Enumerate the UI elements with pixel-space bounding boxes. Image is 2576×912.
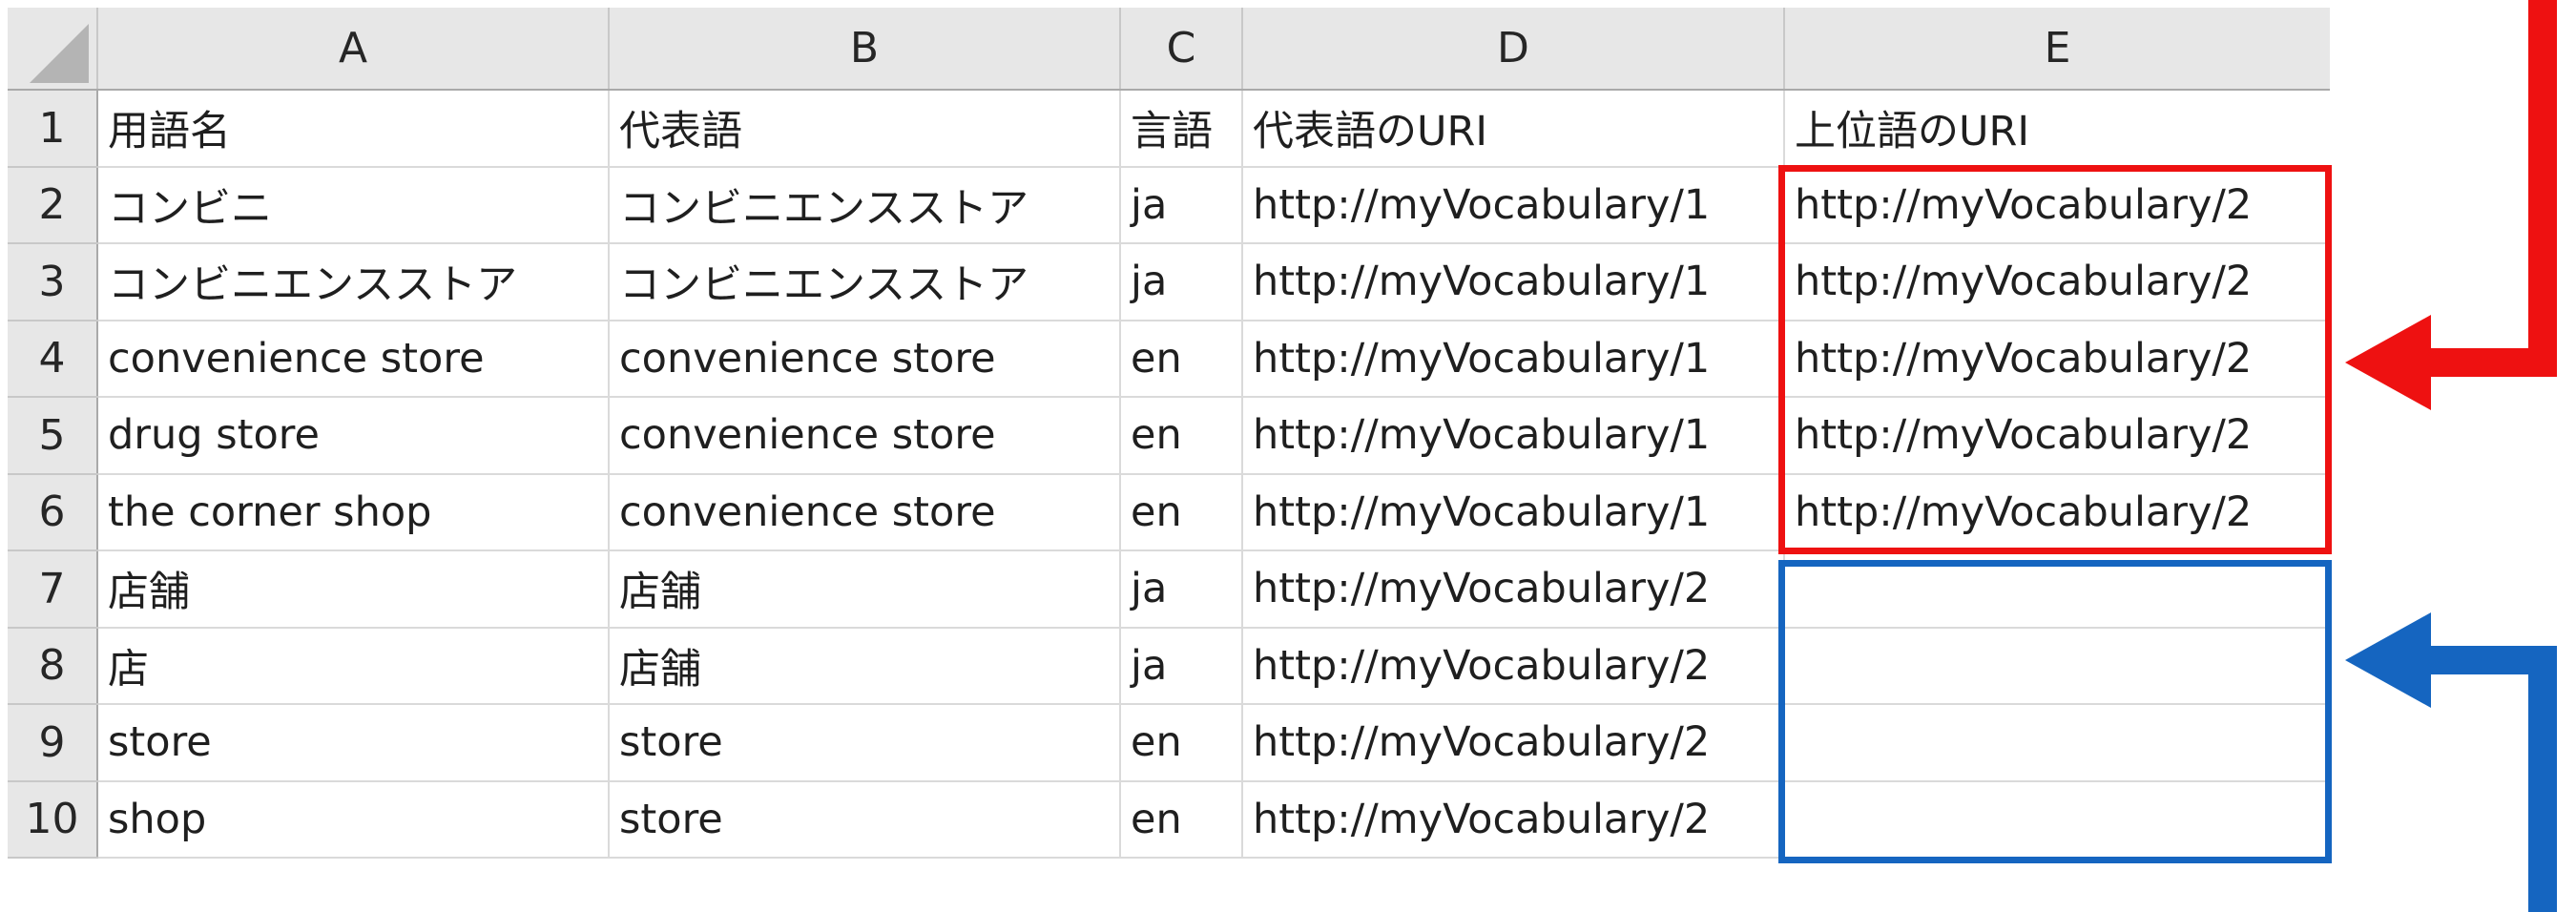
red-arrow-icon — [2345, 0, 2557, 410]
blue-arrow-icon — [2345, 612, 2557, 912]
annotation-arrows — [2345, 0, 2557, 912]
